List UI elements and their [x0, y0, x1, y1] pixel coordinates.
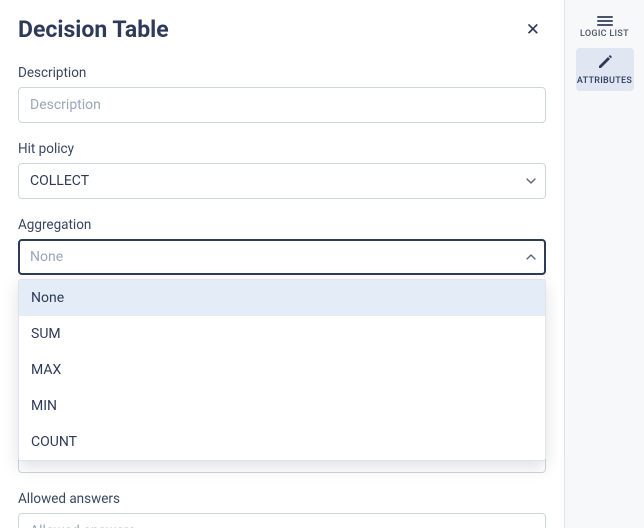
description-input[interactable] [18, 87, 546, 123]
allowed-answers-field-group: Allowed answers [18, 491, 546, 528]
aggregation-placeholder: None [30, 249, 63, 265]
sidebar-item-attributes[interactable]: ATTRIBUTES [576, 48, 634, 91]
aggregation-option-max[interactable]: MAX [19, 352, 545, 388]
aggregation-option-none[interactable]: None [19, 280, 545, 316]
aggregation-select[interactable]: None [18, 239, 546, 275]
aggregation-option-sum[interactable]: SUM [19, 316, 545, 352]
sidebar-item-logic-list[interactable]: LOGIC LIST [576, 10, 634, 44]
hit-policy-select[interactable]: COLLECT [18, 163, 546, 199]
description-field-group: Description [18, 65, 546, 123]
hit-policy-field-group: Hit policy COLLECT [18, 141, 546, 199]
decision-table-panel: Decision Table ✕ Description Hit policy … [0, 0, 565, 528]
pencil-icon [597, 54, 613, 73]
close-icon[interactable]: ✕ [520, 18, 546, 42]
hit-policy-select-wrap: COLLECT [18, 163, 546, 199]
sidebar-item-label: LOGIC LIST [580, 29, 629, 39]
aggregation-field-group: Aggregation None None SUM MAX MIN COUNT [18, 217, 546, 275]
aggregation-select-wrap: None None SUM MAX MIN COUNT [18, 239, 546, 275]
panel-header: Decision Table ✕ [18, 16, 546, 43]
aggregation-option-min[interactable]: MIN [19, 388, 545, 424]
page-title: Decision Table [18, 16, 169, 43]
aggregation-dropdown: None SUM MAX MIN COUNT [18, 279, 546, 461]
allowed-answers-label: Allowed answers [18, 491, 546, 507]
right-sidebar: LOGIC LIST ATTRIBUTES [565, 0, 644, 528]
allowed-answers-input[interactable] [18, 513, 546, 528]
aggregation-option-count[interactable]: COUNT [19, 424, 545, 460]
sidebar-item-label: ATTRIBUTES [577, 76, 632, 86]
hit-policy-value: COLLECT [30, 173, 89, 189]
description-label: Description [18, 65, 546, 81]
hit-policy-label: Hit policy [18, 141, 546, 157]
aggregation-label: Aggregation [18, 217, 546, 233]
list-icon [597, 16, 613, 26]
